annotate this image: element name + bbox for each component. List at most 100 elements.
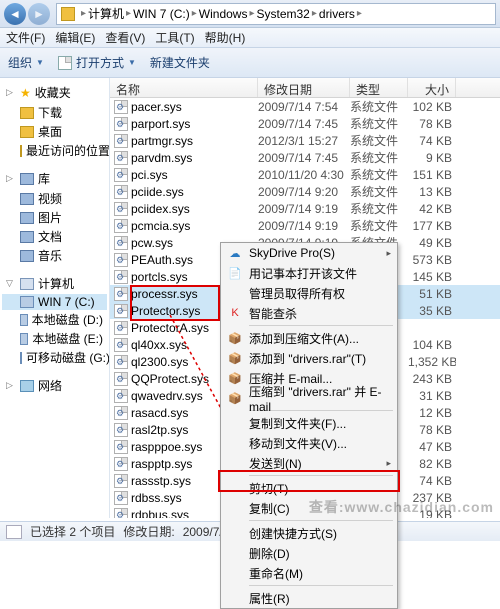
ctx-send-to[interactable]: 发送到(N)▸ <box>221 453 397 473</box>
ctx-scan[interactable]: K智能查杀 <box>221 303 397 323</box>
ctx-delete[interactable]: 删除(D) <box>221 543 397 563</box>
sys-file-icon <box>114 474 128 488</box>
sidebar-favorites[interactable]: ▷★收藏夹 <box>2 82 107 103</box>
ctx-notepad[interactable]: 📄用记事本打开该文件 <box>221 263 397 283</box>
file-name: rdbss.sys <box>131 491 182 505</box>
menu-tools[interactable]: 工具(T) <box>155 29 194 46</box>
sys-file-icon <box>114 236 128 250</box>
file-date: 2012/3/1 15:27 <box>258 134 350 148</box>
ctx-move-folder[interactable]: 移动到文件夹(V)... <box>221 433 397 453</box>
file-row[interactable]: pacer.sys2009/7/14 7:54系统文件102 KB <box>110 98 500 115</box>
sys-file-icon <box>114 185 128 199</box>
column-headers: 名称 修改日期 类型 大小 <box>110 78 500 98</box>
file-type: 系统文件 <box>350 183 408 200</box>
file-size: 49 KB <box>408 236 456 250</box>
ctx-skydrive[interactable]: ☁SkyDrive Pro(S)▸ <box>221 243 397 263</box>
file-row[interactable]: partmgr.sys2012/3/1 15:27系统文件74 KB <box>110 132 500 149</box>
sidebar-desktop[interactable]: 桌面 <box>2 122 107 141</box>
sidebar-network[interactable]: ▷网络 <box>2 375 107 396</box>
sys-file-icon <box>114 287 128 301</box>
col-name[interactable]: 名称 <box>110 78 258 97</box>
sidebar-documents[interactable]: 文档 <box>2 227 107 246</box>
sys-file-icon <box>114 304 128 318</box>
col-date[interactable]: 修改日期 <box>258 78 350 97</box>
file-size: 78 KB <box>408 423 456 437</box>
forward-button[interactable]: ► <box>28 3 50 25</box>
sidebar-drive-g[interactable]: 可移动磁盘 (G:) <box>2 348 107 367</box>
menubar: 文件(F) 编辑(E) 查看(V) 工具(T) 帮助(H) <box>0 28 500 48</box>
ctx-rename[interactable]: 重命名(M) <box>221 563 397 583</box>
menu-file[interactable]: 文件(F) <box>6 29 45 46</box>
back-button[interactable]: ◄ <box>4 3 26 25</box>
file-row[interactable]: pci.sys2010/11/20 4:30系统文件151 KB <box>110 166 500 183</box>
menu-help[interactable]: 帮助(H) <box>205 29 246 46</box>
status-date-label: 修改日期: <box>123 523 174 540</box>
sidebar-drive-e[interactable]: 本地磁盘 (E:) <box>2 329 107 348</box>
file-icon <box>6 525 22 539</box>
sys-file-icon <box>114 219 128 233</box>
col-size[interactable]: 大小 <box>408 78 456 97</box>
ctx-cut[interactable]: 剪切(T) <box>221 478 397 498</box>
file-type: 系统文件 <box>350 149 408 166</box>
file-date: 2009/7/14 9:19 <box>258 219 350 233</box>
sidebar-libraries[interactable]: ▷库 <box>2 168 107 189</box>
file-row[interactable]: parport.sys2009/7/14 7:45系统文件78 KB <box>110 115 500 132</box>
ctx-add-archive[interactable]: 📦添加到压缩文件(A)... <box>221 328 397 348</box>
breadcrumb[interactable]: ▸ 计算机▸ WIN 7 (C:)▸ Windows▸ System32▸ dr… <box>56 3 496 25</box>
sys-file-icon <box>114 117 128 131</box>
sys-file-icon <box>114 355 128 369</box>
openwith-button[interactable]: 打开方式 ▼ <box>58 54 136 71</box>
toolbar: 组织 ▼ 打开方式 ▼ 新建文件夹 <box>0 48 500 78</box>
file-type: 系统文件 <box>350 166 408 183</box>
col-type[interactable]: 类型 <box>350 78 408 97</box>
sidebar-videos[interactable]: 视频 <box>2 189 107 208</box>
sidebar-drive-c[interactable]: WIN 7 (C:) <box>2 294 107 310</box>
sidebar: ▷★收藏夹 下载 桌面 最近访问的位置 ▷库 视频 图片 文档 音乐 ▽计算机 … <box>0 78 110 518</box>
file-name: pciidex.sys <box>131 202 190 216</box>
file-size: 12 KB <box>408 406 456 420</box>
bc-windows[interactable]: Windows <box>199 7 248 21</box>
bc-drive[interactable]: WIN 7 (C:) <box>133 7 190 21</box>
file-name: qwavedrv.sys <box>131 389 203 403</box>
file-name: pcw.sys <box>131 236 173 250</box>
file-row[interactable]: parvdm.sys2009/7/14 7:45系统文件9 KB <box>110 149 500 166</box>
sys-file-icon <box>114 338 128 352</box>
ctx-compress-rar-email[interactable]: 📦压缩到 "drivers.rar" 并 E-mail <box>221 388 397 408</box>
file-row[interactable]: pciide.sys2009/7/14 9:20系统文件13 KB <box>110 183 500 200</box>
file-name: pciide.sys <box>131 185 184 199</box>
sidebar-downloads[interactable]: 下载 <box>2 103 107 122</box>
file-row[interactable]: pciidex.sys2009/7/14 9:19系统文件42 KB <box>110 200 500 217</box>
sys-file-icon <box>114 134 128 148</box>
file-size: 74 KB <box>408 474 456 488</box>
ctx-copy-folder[interactable]: 复制到文件夹(F)... <box>221 413 397 433</box>
sys-file-icon <box>114 100 128 114</box>
newfolder-button[interactable]: 新建文件夹 <box>150 54 210 71</box>
file-size: 104 KB <box>408 338 456 352</box>
nav-buttons: ◄ ► <box>4 3 50 25</box>
file-name: pacer.sys <box>131 100 182 114</box>
sidebar-drive-d[interactable]: 本地磁盘 (D:) <box>2 310 107 329</box>
menu-edit[interactable]: 编辑(E) <box>55 29 95 46</box>
bc-computer[interactable]: 计算机 <box>88 5 124 22</box>
ctx-properties[interactable]: 属性(R) <box>221 588 397 608</box>
sidebar-music[interactable]: 音乐 <box>2 246 107 265</box>
file-name: pci.sys <box>131 168 168 182</box>
ctx-add-rar[interactable]: 📦添加到 "drivers.rar"(T) <box>221 348 397 368</box>
file-row[interactable]: pcmcia.sys2009/7/14 9:19系统文件177 KB <box>110 217 500 234</box>
sidebar-computer[interactable]: ▽计算机 <box>2 273 107 294</box>
file-name: rasl2tp.sys <box>131 423 188 437</box>
file-size: 243 KB <box>408 372 456 386</box>
ctx-takeown[interactable]: 管理员取得所有权 <box>221 283 397 303</box>
sidebar-pictures[interactable]: 图片 <box>2 208 107 227</box>
file-size: 1,352 KB <box>408 355 456 369</box>
menu-view[interactable]: 查看(V) <box>105 29 145 46</box>
sidebar-recent[interactable]: 最近访问的位置 <box>2 141 107 160</box>
organize-button[interactable]: 组织 ▼ <box>8 54 44 71</box>
bc-drivers[interactable]: drivers <box>319 7 355 21</box>
file-date: 2009/7/14 7:45 <box>258 151 350 165</box>
ctx-shortcut[interactable]: 创建快捷方式(S) <box>221 523 397 543</box>
file-size: 13 KB <box>408 185 456 199</box>
file-size: 78 KB <box>408 117 456 131</box>
bc-system32[interactable]: System32 <box>257 7 310 21</box>
sys-file-icon <box>114 457 128 471</box>
